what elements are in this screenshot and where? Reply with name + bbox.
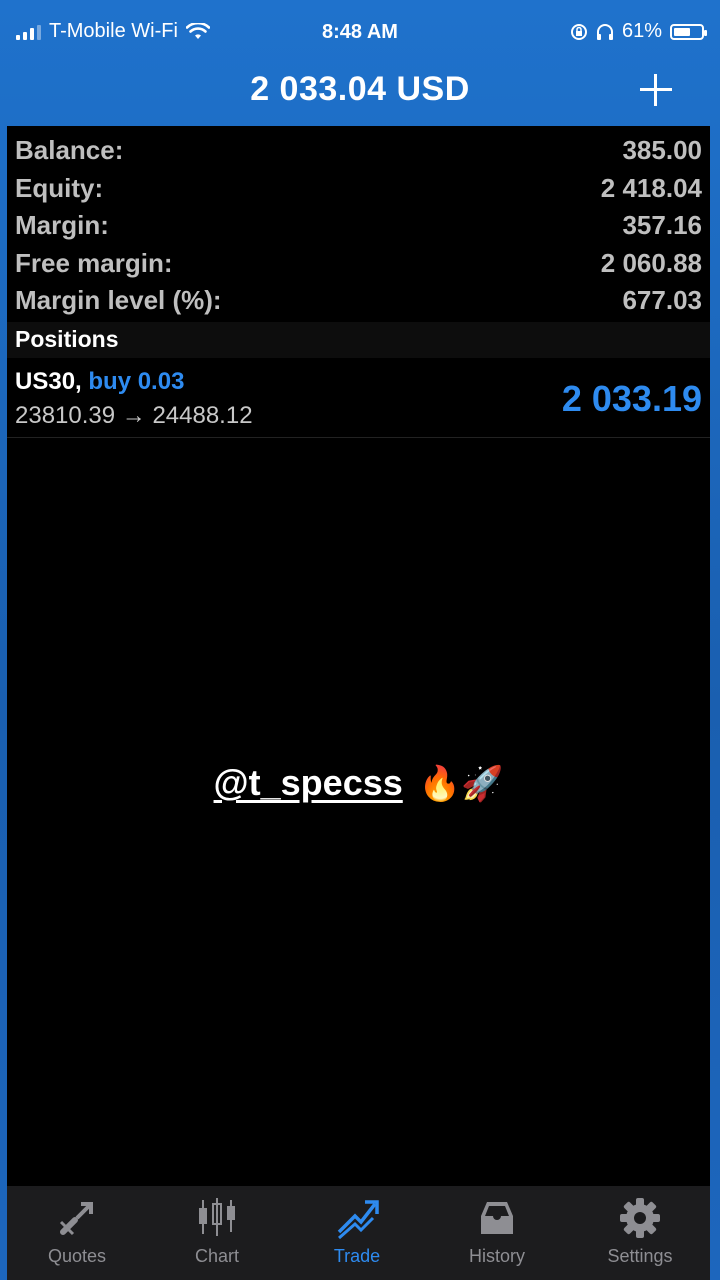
margin-label: Margin: [15, 210, 109, 240]
add-order-button[interactable] [636, 70, 676, 110]
positions-heading: Positions [15, 326, 119, 352]
margin-level-label: Margin level (%): [15, 285, 222, 315]
margin-value: 357.16 [622, 210, 702, 240]
free-margin-value: 2 060.88 [600, 247, 702, 278]
tab-settings[interactable]: Settings [570, 1186, 710, 1280]
tab-history[interactable]: History [427, 1186, 567, 1280]
status-bar: T-Mobile Wi-Fi 8:48 AM 61% [0, 0, 720, 64]
battery-icon [670, 23, 707, 40]
position-prices: 23810.39 → 24488.12 [15, 402, 253, 429]
equity-value: 2 418.04 [600, 172, 702, 203]
position-title: US30, buy 0.03 [15, 368, 184, 396]
account-summary: Balance: 385.00 Equity: 2 418.04 Margin:… [7, 126, 710, 322]
position-type: buy 0.03 [88, 368, 185, 395]
balance-value: 385.00 [622, 135, 702, 165]
positions-section-header: Positions [7, 322, 710, 358]
position-symbol: US30, [15, 368, 82, 395]
equity-label: Equity: [15, 172, 104, 203]
account-profit-title: 2 033.04 USD [250, 70, 470, 108]
position-row[interactable]: US30, buy 0.03 23810.39 → 24488.12 2 033… [7, 360, 710, 438]
social-handle: @t_specss [213, 762, 403, 803]
position-profit: 2 033.19 [561, 378, 702, 419]
settings-icon [620, 1198, 660, 1238]
tab-chart[interactable]: Chart [147, 1186, 287, 1280]
tab-quotes-label: Quotes [47, 1246, 107, 1266]
tab-bar: Quotes Chart Trade History Settings [7, 1186, 710, 1280]
free-margin-row: Free margin: 2 060.88 [7, 242, 710, 280]
equity-row: Equity: 2 418.04 [7, 167, 710, 205]
tab-chart-label: Chart [194, 1246, 239, 1266]
balance-label: Balance: [15, 135, 124, 165]
header: 2 033.04 USD [0, 62, 720, 124]
margin-row: Margin: 357.16 [7, 204, 710, 242]
status-right: 61% [570, 20, 707, 43]
quotes-icon [59, 1202, 93, 1236]
tab-quotes[interactable]: Quotes [7, 1186, 147, 1280]
tab-settings-label: Settings [607, 1246, 673, 1266]
headphones-icon [596, 23, 613, 40]
chart-icon [199, 1198, 235, 1236]
app-frame: T-Mobile Wi-Fi 8:48 AM 61% 2 033.04 USD … [0, 0, 720, 1280]
balance-row: Balance: 385.00 [7, 129, 710, 167]
free-margin-label: Free margin: [15, 247, 173, 278]
margin-level-row: Margin level (%): 677.03 [7, 279, 710, 317]
history-icon [481, 1202, 513, 1234]
trade-icon [337, 1200, 379, 1240]
battery-percent: 61% [621, 20, 662, 42]
social-handle-sticker: @t_specss 🔥🚀 [7, 762, 710, 804]
tab-history-label: History [468, 1246, 525, 1266]
trade-content: Balance: 385.00 Equity: 2 418.04 Margin:… [7, 126, 710, 1186]
tab-trade-label: Trade [333, 1246, 381, 1266]
fire-rocket-emoji: 🔥🚀 [418, 765, 504, 803]
tab-trade[interactable]: Trade [287, 1186, 427, 1280]
margin-level-value: 677.03 [622, 285, 702, 315]
orientation-lock-icon [570, 23, 587, 40]
